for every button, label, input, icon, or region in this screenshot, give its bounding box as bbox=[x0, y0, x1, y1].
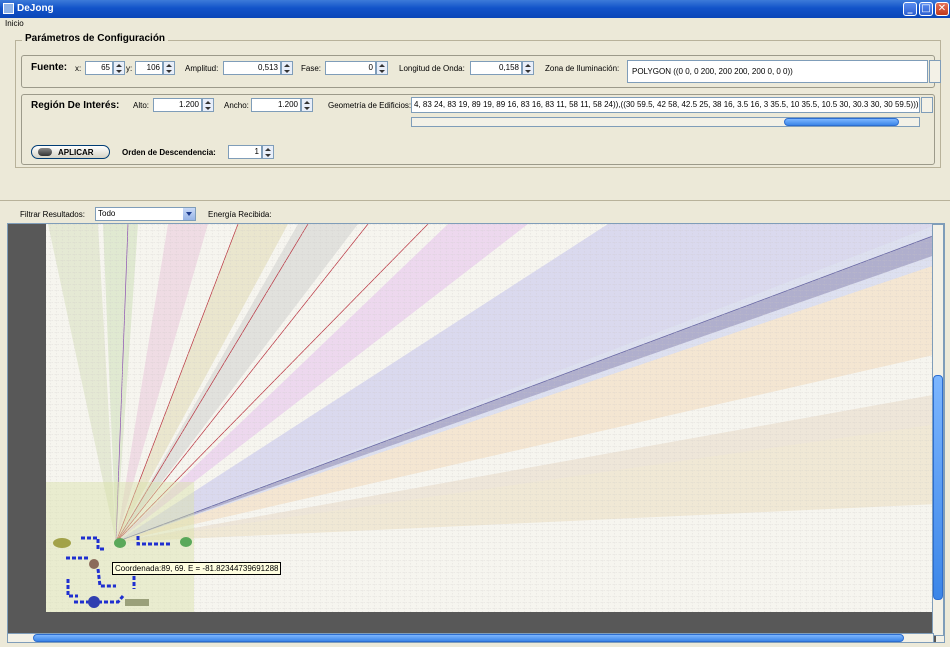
energy-label: Energía Recibida: bbox=[208, 210, 272, 219]
zona-label: Zona de Iluminación: bbox=[545, 64, 620, 73]
apply-button[interactable]: APLICAR bbox=[31, 145, 110, 159]
x-label: x: bbox=[75, 64, 82, 73]
fase-field[interactable]: 0 bbox=[325, 61, 376, 75]
x-field[interactable]: 65 bbox=[85, 61, 113, 75]
amplitud-field[interactable]: 0,513 bbox=[223, 61, 281, 75]
amplitud-label: Amplitud: bbox=[185, 64, 219, 73]
coordinate-tooltip: Coordenada:89, 69. E = -81.8234473969128… bbox=[112, 562, 282, 575]
geometria-vscroll[interactable] bbox=[921, 97, 933, 113]
title-bar: DeJong _ □ ✕ bbox=[0, 0, 950, 18]
ancho-field[interactable]: 1.200 bbox=[251, 98, 301, 112]
amplitud-spinner[interactable] bbox=[281, 61, 293, 75]
alto-field[interactable]: 1.200 bbox=[153, 98, 202, 112]
y-field[interactable]: 106 bbox=[135, 61, 163, 75]
apply-icon bbox=[38, 148, 52, 156]
canvas-vscroll[interactable] bbox=[932, 224, 944, 636]
simulation-canvas[interactable] bbox=[7, 223, 945, 643]
geometria-hscroll-thumb[interactable] bbox=[784, 118, 899, 126]
zona-scrollbar[interactable] bbox=[929, 60, 941, 83]
longitud-spinner[interactable] bbox=[522, 61, 534, 75]
orden-label: Orden de Descendencia: bbox=[122, 148, 216, 157]
fuente-label: Fuente: bbox=[31, 62, 68, 73]
menu-inicio[interactable]: Inicio bbox=[5, 19, 24, 28]
maximize-icon[interactable]: □ bbox=[919, 2, 933, 16]
close-icon[interactable]: ✕ bbox=[935, 2, 949, 16]
minimize-icon[interactable]: _ bbox=[903, 2, 917, 16]
canvas-vscroll-thumb[interactable] bbox=[933, 375, 943, 600]
config-legend: Parámetros de Configuración bbox=[22, 33, 169, 44]
zona-field[interactable]: POLYGON ((0 0, 0 200, 200 200, 200 0, 0 … bbox=[627, 60, 928, 83]
longitud-label: Longitud de Onda: bbox=[399, 64, 465, 73]
geometria-field[interactable]: 4, 83 24, 83 19, 89 19, 89 16, 83 16, 83… bbox=[411, 97, 920, 113]
divider bbox=[0, 200, 950, 201]
simulation-plot[interactable] bbox=[8, 224, 945, 643]
ancho-spinner[interactable] bbox=[301, 98, 313, 112]
fase-spinner[interactable] bbox=[376, 61, 388, 75]
geometria-label: Geometría de Edificios: bbox=[328, 101, 412, 110]
window-title: DeJong bbox=[17, 3, 54, 14]
x-spinner[interactable] bbox=[113, 61, 125, 75]
app-icon bbox=[3, 3, 14, 14]
y-spinner[interactable] bbox=[163, 61, 175, 75]
geometria-hscroll[interactable] bbox=[411, 117, 920, 127]
orden-field[interactable]: 1 bbox=[228, 145, 262, 159]
chevron-down-icon[interactable] bbox=[183, 208, 195, 220]
fase-label: Fase: bbox=[301, 64, 322, 73]
filter-label: Filtrar Resultados: bbox=[20, 210, 85, 219]
y-label: y: bbox=[126, 64, 133, 73]
region-label: Región De Interés: bbox=[31, 100, 120, 111]
orden-spinner[interactable] bbox=[262, 145, 274, 159]
canvas-hscroll[interactable] bbox=[7, 633, 934, 643]
ancho-label: Ancho: bbox=[224, 101, 249, 110]
alto-label: Alto: bbox=[133, 101, 150, 110]
menu-bar: Inicio bbox=[0, 18, 950, 31]
longitud-field[interactable]: 0,158 bbox=[470, 61, 522, 75]
filter-select[interactable]: Todo bbox=[95, 207, 196, 221]
canvas-hscroll-thumb[interactable] bbox=[33, 634, 904, 642]
alto-spinner[interactable] bbox=[202, 98, 214, 112]
